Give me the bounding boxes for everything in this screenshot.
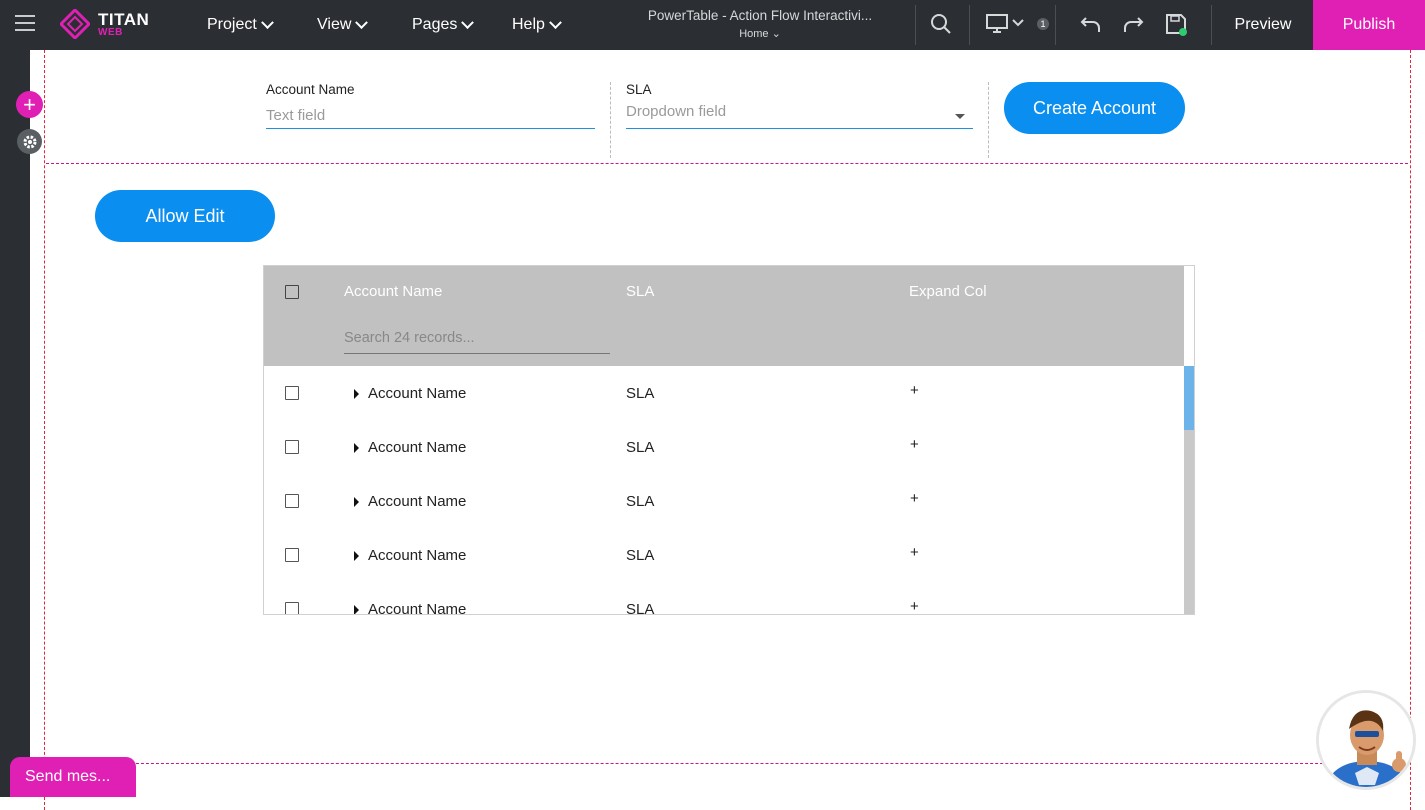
column-divider (988, 82, 989, 158)
chevron-down-icon: ⌄ (771, 28, 781, 40)
expand-plus-icon[interactable]: + (910, 490, 919, 507)
desktop-device-icon[interactable] (986, 13, 1026, 40)
table-search-input[interactable]: Search 24 records... (344, 330, 610, 354)
row-checkbox[interactable] (285, 386, 299, 400)
section-divider (46, 163, 1408, 164)
cell-account-name: Account Name (368, 439, 467, 456)
document-title: PowerTable - Action Flow Interactivi... (647, 8, 873, 23)
publish-button[interactable]: Publish (1313, 0, 1425, 50)
add-widget-plus-icon[interactable]: + (16, 91, 43, 118)
sla-dropdown-placeholder: Dropdown field (626, 103, 727, 120)
table-row: Account Name SLA + (264, 528, 1184, 582)
menu-help[interactable]: Help (512, 15, 562, 34)
expand-plus-icon[interactable]: + (910, 382, 919, 399)
select-all-checkbox[interactable] (285, 285, 299, 299)
settings-gear-icon[interactable] (17, 129, 42, 154)
expand-row-caret-icon[interactable] (354, 389, 359, 399)
toolbar-divider (969, 5, 970, 45)
caret-down-icon (955, 114, 965, 119)
table-header: Account Name SLA Expand Col Search 24 re… (264, 266, 1184, 366)
column-header-sla[interactable]: SLA (626, 283, 654, 300)
allow-edit-button[interactable]: Allow Edit (95, 190, 275, 242)
menu-view-label: View (317, 16, 352, 33)
toolbar-divider (915, 5, 916, 45)
menu-project[interactable]: Project (207, 15, 274, 34)
expand-plus-icon[interactable]: + (910, 544, 919, 561)
table-row: Account Name SLA + (264, 420, 1184, 474)
cell-account-name: Account Name (368, 493, 467, 510)
sla-label: SLA (626, 82, 652, 97)
send-message-button[interactable]: Send mes... (10, 757, 136, 797)
titan-logo-icon (60, 9, 90, 39)
menu-help-label: Help (512, 16, 545, 33)
cell-sla: SLA (626, 601, 655, 615)
row-checkbox[interactable] (285, 548, 299, 562)
expand-row-caret-icon[interactable] (354, 443, 359, 453)
top-toolbar: TITAN WEB Project View Pages Help PowerT… (0, 0, 1425, 50)
search-icon[interactable] (930, 13, 952, 40)
column-divider (610, 82, 611, 158)
expand-plus-icon[interactable]: + (910, 598, 919, 614)
expand-row-caret-icon[interactable] (354, 551, 359, 561)
undo-icon[interactable] (1080, 13, 1102, 40)
row-checkbox[interactable] (285, 494, 299, 508)
cell-sla: SLA (626, 439, 655, 456)
table-row: Account Name SLA + (264, 582, 1184, 615)
expand-row-caret-icon[interactable] (354, 497, 359, 507)
logo-subtitle: WEB (98, 26, 123, 38)
save-icon[interactable] (1165, 13, 1189, 42)
expand-plus-icon[interactable]: + (910, 436, 919, 453)
cell-sla: SLA (626, 493, 655, 510)
cell-account-name: Account Name (368, 601, 467, 615)
chevron-down-icon (461, 15, 475, 29)
cell-account-name: Account Name (368, 547, 467, 564)
account-name-input[interactable] (266, 103, 595, 129)
cell-account-name: Account Name (368, 385, 467, 402)
section-divider (46, 763, 1408, 764)
logo-title: TITAN (98, 9, 150, 29)
table-row: Account Name SLA + (264, 474, 1184, 528)
account-name-label: Account Name (266, 82, 355, 97)
titan-logo: TITAN WEB (60, 9, 149, 39)
table-scrollbar-thumb[interactable] (1184, 366, 1194, 430)
redo-icon[interactable] (1122, 13, 1144, 40)
cell-sla: SLA (626, 547, 655, 564)
chevron-down-icon (549, 15, 562, 29)
column-header-account-name[interactable]: Account Name (344, 283, 442, 300)
table-row: Account Name SLA + (264, 366, 1184, 420)
chat-assistant-avatar[interactable] (1316, 690, 1416, 790)
row-checkbox[interactable] (285, 602, 299, 614)
expand-row-caret-icon[interactable] (354, 605, 359, 614)
left-rail (0, 50, 30, 797)
chevron-down-icon (260, 15, 274, 29)
hamburger-menu-icon[interactable] (15, 15, 35, 33)
column-header-expand-col[interactable]: Expand Col (909, 283, 987, 300)
sla-dropdown[interactable]: Dropdown field (626, 103, 973, 129)
menu-view[interactable]: View (317, 15, 369, 34)
preview-button[interactable]: Preview (1213, 0, 1313, 50)
toolbar-divider (1211, 5, 1212, 45)
cell-sla: SLA (626, 385, 655, 402)
page-selector[interactable]: Home ⌄ (630, 27, 890, 40)
create-account-button[interactable]: Create Account (1004, 82, 1185, 134)
row-checkbox[interactable] (285, 440, 299, 454)
chevron-down-icon (355, 15, 369, 29)
page-selector-label: Home (739, 28, 769, 40)
menu-project-label: Project (207, 16, 257, 33)
device-count-badge: 1 (1037, 18, 1049, 30)
toolbar-divider (1055, 5, 1056, 45)
menu-pages[interactable]: Pages (412, 15, 475, 34)
power-table: Account Name SLA Expand Col Search 24 re… (263, 265, 1195, 615)
menu-pages-label: Pages (412, 16, 458, 33)
